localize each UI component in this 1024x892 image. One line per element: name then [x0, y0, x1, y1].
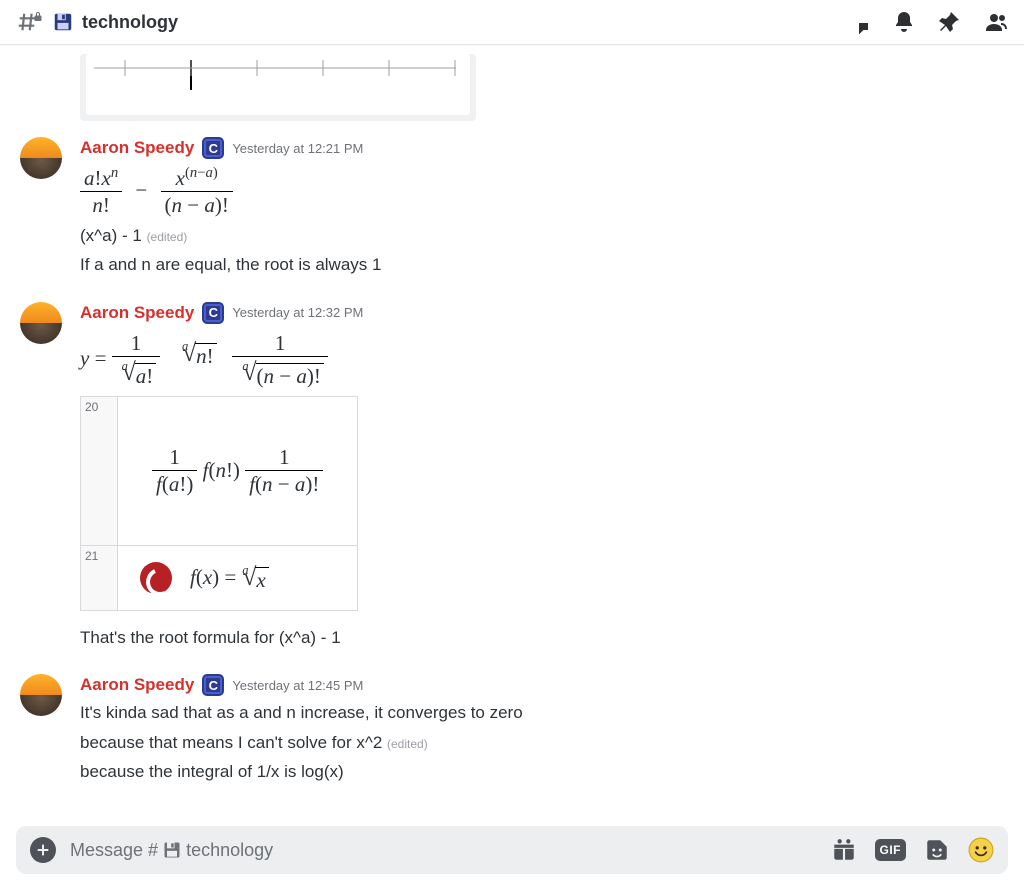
channel-name: technology	[82, 12, 178, 33]
members-icon[interactable]	[984, 10, 1008, 34]
avatar[interactable]	[20, 302, 62, 344]
row-number: 20	[81, 397, 118, 545]
message-group: Aaron Speedy C Yesterday at 12:21 PM a!x…	[0, 121, 1024, 278]
previous-attachment-partial[interactable]	[80, 54, 1024, 121]
message-author[interactable]: Aaron Speedy	[80, 303, 194, 323]
author-badge-icon: C	[202, 137, 224, 159]
channel-header: technology	[0, 0, 1024, 45]
message-line: If a and n are equal, the root is always…	[80, 252, 1004, 278]
emoji-picker-icon[interactable]	[968, 837, 994, 863]
message-timestamp: Yesterday at 12:32 PM	[232, 305, 363, 320]
save-disk-icon	[52, 11, 74, 33]
notifications-icon[interactable]	[892, 10, 916, 34]
avatar[interactable]	[20, 674, 62, 716]
row-number: 21	[81, 546, 118, 610]
lock-icon	[32, 11, 44, 23]
attach-button[interactable]	[30, 837, 56, 863]
message-line: That's the root formula for (x^a) - 1	[80, 625, 1004, 651]
message-placeholder: Message # technology	[70, 840, 273, 861]
message-author[interactable]: Aaron Speedy	[80, 675, 194, 695]
pinned-icon[interactable]	[938, 10, 962, 34]
gift-icon[interactable]	[831, 837, 857, 863]
message-timestamp: Yesterday at 12:45 PM	[232, 678, 363, 693]
message-list: Aaron Speedy C Yesterday at 12:21 PM a!x…	[0, 54, 1024, 820]
edited-tag: (edited)	[387, 737, 428, 751]
sticker-icon[interactable]	[924, 837, 950, 863]
message-input[interactable]: Message # technology GIF	[16, 826, 1008, 874]
message-line: It's kinda sad that as a and n increase,…	[80, 700, 1004, 726]
composer: Message # technology GIF	[0, 826, 1024, 892]
message-author[interactable]: Aaron Speedy	[80, 138, 194, 158]
gif-button[interactable]: GIF	[875, 839, 907, 861]
swirl-icon	[140, 562, 172, 594]
edited-tag: (edited)	[147, 230, 188, 244]
code-panel-attachment[interactable]: 20 1f(a!) f(n!) 1f(n − a)! 21 f(x) = a√x	[80, 396, 358, 611]
avatar[interactable]	[20, 137, 62, 179]
threads-icon[interactable]	[846, 10, 870, 34]
message-timestamp: Yesterday at 12:21 PM	[232, 141, 363, 156]
message-group: Aaron Speedy C Yesterday at 12:32 PM y =…	[0, 278, 1024, 651]
message-group: Aaron Speedy C Yesterday at 12:45 PM It'…	[0, 650, 1024, 785]
message-line: because that means I can't solve for x^2…	[80, 730, 1004, 756]
author-badge-icon: C	[202, 674, 224, 696]
message-line: (x^a) - 1 (edited)	[80, 223, 1004, 249]
math-attachment[interactable]: a!xnn! − x(n−a)(n − a)!	[80, 165, 1004, 219]
author-badge-icon: C	[202, 302, 224, 324]
message-line: because the integral of 1/x is log(x)	[80, 759, 1004, 785]
math-attachment[interactable]: y = 1a√a! a√n! 1a√(n − a)!	[80, 330, 1004, 390]
